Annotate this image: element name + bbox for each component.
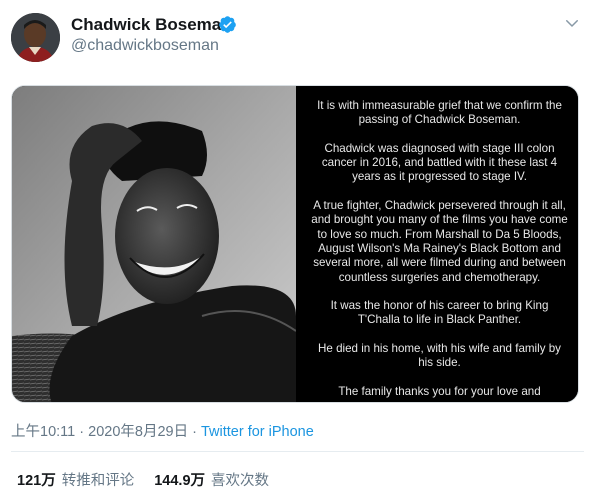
tweet-media[interactable]: It is with immeasurable grief that we co… xyxy=(11,85,579,403)
statement-paragraph: A true fighter, Chadwick persevered thro… xyxy=(311,199,568,284)
divider xyxy=(11,451,584,452)
likes-count[interactable]: 144.9万 xyxy=(154,473,205,489)
tweet-source-link[interactable]: Twitter for iPhone xyxy=(201,424,314,440)
retweets-count[interactable]: 121万 xyxy=(17,473,56,489)
statement-paragraph: The family thanks you for your love and xyxy=(338,384,541,398)
author-handle[interactable]: @chadwickboseman xyxy=(71,37,219,55)
chevron-down-icon[interactable] xyxy=(563,14,581,32)
portrait-photo[interactable] xyxy=(12,86,297,402)
tweet-time[interactable]: 上午10:11 xyxy=(11,424,75,440)
statement-paragraph: Chadwick was diagnosed with stage III co… xyxy=(321,141,558,184)
tweet-date[interactable]: 2020年8月29日 xyxy=(88,424,188,440)
verified-badge-icon xyxy=(219,16,236,33)
statement-paragraph: He died in his home, with his wife and f… xyxy=(318,342,561,370)
avatar[interactable] xyxy=(11,13,60,62)
tweet-meta: 上午10:11 · 2020年8月29日 · Twitter for iPhon… xyxy=(11,420,314,441)
tweet-stats: 121万 转推和评论 144.9万 喜欢次数 xyxy=(17,469,285,490)
meta-separator: · xyxy=(79,424,85,440)
meta-separator: · xyxy=(192,424,197,440)
likes-label[interactable]: 喜欢次数 xyxy=(211,473,269,489)
statement-paragraph: It is with immeasurable grief that we co… xyxy=(317,99,562,127)
statement-text: It is with immeasurable grief that we co… xyxy=(299,86,578,402)
tweet-header: Chadwick Boseman @chadwickboseman xyxy=(0,0,595,80)
author-name[interactable]: Chadwick Boseman xyxy=(71,15,232,35)
statement-paragraph: It was the honor of his career to bring … xyxy=(330,299,549,327)
retweets-label[interactable]: 转推和评论 xyxy=(62,473,135,489)
